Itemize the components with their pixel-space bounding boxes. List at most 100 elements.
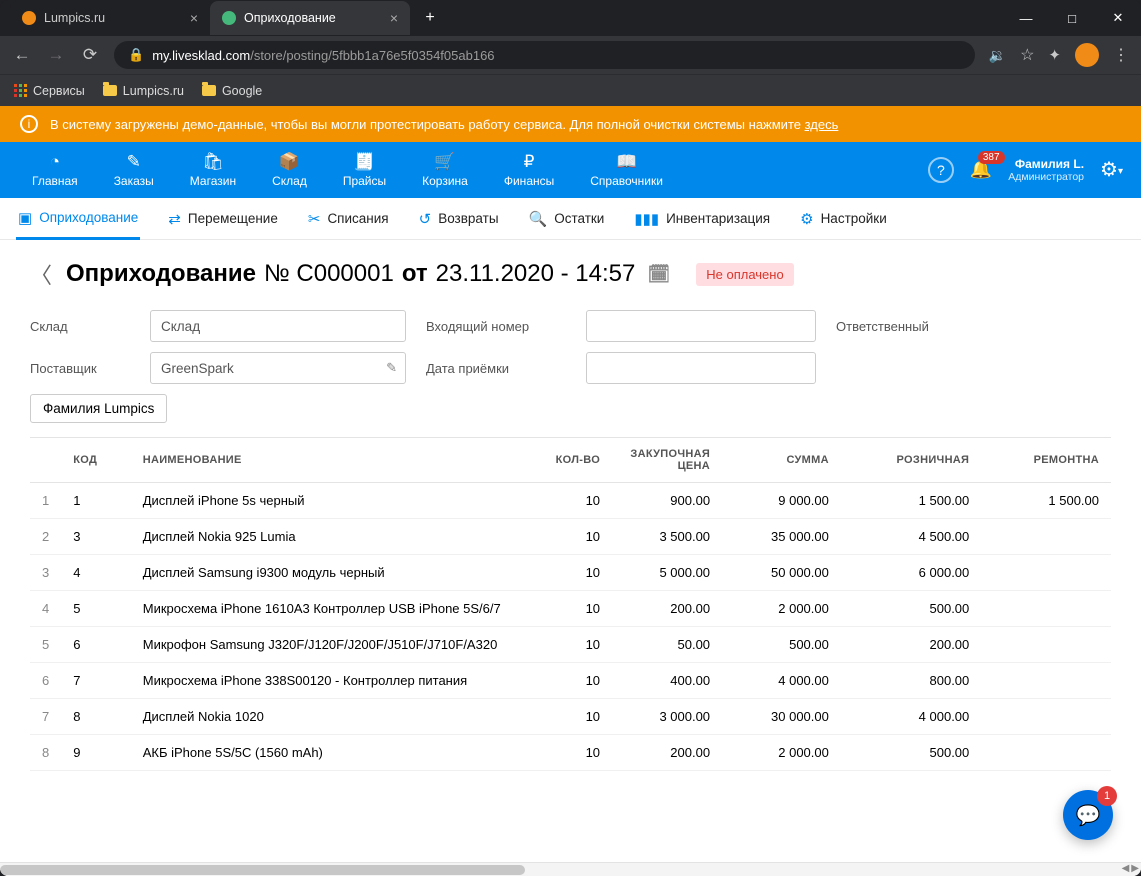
subnav-stock[interactable]: 🔍Остатки (527, 200, 607, 238)
nav-label: Склад (272, 174, 307, 188)
settings-gear-button[interactable]: ⚙▾ (1100, 157, 1123, 182)
cell-purchase: 3 500.00 (612, 519, 722, 555)
subnav-posting[interactable]: ▣Оприходование (16, 199, 140, 240)
table-row[interactable]: 78Дисплей Nokia 1020103 000.0030 000.004… (30, 699, 1111, 735)
table-row[interactable]: 34Дисплей Samsung i9300 модуль черный105… (30, 555, 1111, 591)
window-maximize[interactable]: □ (1049, 2, 1095, 34)
title-from: от (402, 260, 428, 288)
title-datetime: 23.11.2020 - 14:57 (436, 260, 636, 288)
user-block[interactable]: Фамилия L. Администратор (1008, 157, 1084, 184)
cell-qty: 10 (513, 519, 612, 555)
table-row[interactable]: 23Дисплей Nokia 925 Lumia103 500.0035 00… (30, 519, 1111, 555)
cell-retail: 500.00 (841, 591, 981, 627)
cell-qty: 10 (513, 699, 612, 735)
cell-purchase: 3 000.00 (612, 699, 722, 735)
url-host: my.livesklad.com (152, 48, 250, 63)
calendar-icon[interactable]: 🗓 (647, 264, 670, 285)
nav-home[interactable]: ◔Главная (18, 148, 92, 192)
cell-retail: 1 500.00 (841, 483, 981, 519)
nav-finance[interactable]: ₽Финансы (490, 148, 568, 192)
apps-button[interactable]: Сервисы (14, 84, 85, 98)
tab-title: Lumpics.ru (44, 11, 105, 25)
help-button[interactable]: ? (928, 157, 954, 183)
table-row[interactable]: 56Микрофон Samsung J320F/J120F/J200F/J51… (30, 627, 1111, 663)
subnav-label: Настройки (821, 211, 887, 226)
notification-badge: 387 (978, 151, 1005, 164)
subnav-settings[interactable]: ⚙Настройки (798, 200, 889, 238)
tab-posting[interactable]: Оприходование × (210, 1, 410, 35)
notifications-button[interactable]: 🔔387 (970, 159, 992, 180)
subnav-returns[interactable]: ↺Возвраты (417, 200, 501, 238)
scrollbar-thumb[interactable] (0, 865, 525, 875)
cell-name: Микросхема iPhone 1610A3 Контроллер USB … (131, 591, 513, 627)
receipt-date-input[interactable] (586, 352, 816, 384)
window-close[interactable]: ✕ (1095, 2, 1141, 34)
nav-shop[interactable]: 🛍Магазин (176, 148, 250, 192)
bm-label: Lumpics.ru (123, 84, 184, 98)
incoming-no-input[interactable] (586, 310, 816, 342)
nav-prices[interactable]: 🧾Прайсы (329, 148, 400, 192)
cell-qty: 10 (513, 591, 612, 627)
table-row[interactable]: 45Микросхема iPhone 1610A3 Контроллер US… (30, 591, 1111, 627)
table-row[interactable]: 67Микросхема iPhone 338S00120 - Контролл… (30, 663, 1111, 699)
subnav-writeoff[interactable]: ✂Списания (306, 200, 391, 238)
profile-avatar[interactable] (1075, 43, 1099, 67)
cell-name: Дисплей iPhone 5s черный (131, 483, 513, 519)
close-tab-icon[interactable]: × (390, 10, 398, 26)
back-button[interactable]: ← (12, 45, 32, 65)
new-tab-button[interactable]: + (416, 4, 444, 32)
bookmark-lumpics[interactable]: Lumpics.ru (103, 84, 184, 98)
chat-button[interactable]: 💬 1 (1063, 790, 1113, 840)
nav-refs[interactable]: 📖Справочники (576, 148, 677, 192)
tab-lumpics[interactable]: Lumpics.ru × (10, 1, 210, 35)
table-row[interactable]: 89АКБ iPhone 5S/5C (1560 mAh)10200.002 0… (30, 735, 1111, 771)
th-purchase: ЗАКУПОЧНАЯ ЦЕНА (612, 438, 722, 483)
th-code: КОД (61, 438, 131, 483)
forward-button[interactable]: → (46, 45, 66, 65)
url-input[interactable]: 🔒 my.livesklad.com/store/posting/5fbbb1a… (114, 41, 975, 69)
nav-orders[interactable]: ✎Заказы (100, 148, 168, 192)
back-chevron-button[interactable]: 〈 (30, 258, 52, 290)
edit-pencil-icon[interactable]: ✎ (386, 360, 397, 376)
cell-retail: 200.00 (841, 627, 981, 663)
cell-qty: 10 (513, 663, 612, 699)
return-icon: ↺ (419, 210, 432, 228)
subnav-inventory[interactable]: ▮▮▮Инвентаризация (632, 200, 772, 238)
dashboard-icon: ◔ (50, 152, 60, 172)
cell-retail: 4 500.00 (841, 519, 981, 555)
cell-code: 8 (61, 699, 131, 735)
star-icon[interactable]: ☆ (1020, 45, 1034, 65)
address-bar: ← → ⟳ 🔒 my.livesklad.com/store/posting/5… (0, 36, 1141, 74)
cell-purchase: 400.00 (612, 663, 722, 699)
banner-link[interactable]: здесь (805, 117, 839, 132)
cell-repair (981, 699, 1111, 735)
sub-nav: ▣Оприходование ⇄Перемещение ✂Списания ↺В… (0, 198, 1141, 240)
translate-icon[interactable]: 🔉 (989, 47, 1006, 64)
window-minimize[interactable]: — (1003, 2, 1049, 34)
user-role: Администратор (1008, 171, 1084, 184)
close-tab-icon[interactable]: × (190, 10, 198, 26)
subnav-label: Перемещение (188, 211, 278, 226)
subnav-transfer[interactable]: ⇄Перемещение (166, 200, 280, 238)
th-repair: РЕМОНТНА (981, 438, 1111, 483)
cell-qty: 10 (513, 735, 612, 771)
th-name: НАИМЕНОВАНИЕ (131, 438, 513, 483)
items-table: КОД НАИМЕНОВАНИЕ КОЛ-ВО ЗАКУПОЧНАЯ ЦЕНА … (30, 437, 1111, 771)
nav-warehouse[interactable]: 📦Склад (258, 148, 321, 192)
horizontal-scrollbar[interactable]: ◀▶ (0, 862, 1141, 876)
extensions-icon[interactable]: ✦ (1048, 46, 1061, 64)
bookmark-google[interactable]: Google (202, 84, 262, 98)
responsible-chip[interactable]: Фамилия Lumpics (30, 394, 167, 423)
cell-repair (981, 627, 1111, 663)
cell-qty: 10 (513, 555, 612, 591)
cell-name: Микрофон Samsung J320F/J120F/J200F/J510F… (131, 627, 513, 663)
menu-icon[interactable]: ⋮ (1113, 45, 1129, 65)
warehouse-input[interactable]: Склад (150, 310, 406, 342)
cell-purchase: 200.00 (612, 735, 722, 771)
nav-label: Прайсы (343, 174, 386, 188)
cell-repair (981, 519, 1111, 555)
nav-cart[interactable]: 🛒Корзина (408, 148, 482, 192)
reload-button[interactable]: ⟳ (80, 45, 100, 65)
supplier-input[interactable]: GreenSpark✎ (150, 352, 406, 384)
table-row[interactable]: 11Дисплей iPhone 5s черный10900.009 000.… (30, 483, 1111, 519)
